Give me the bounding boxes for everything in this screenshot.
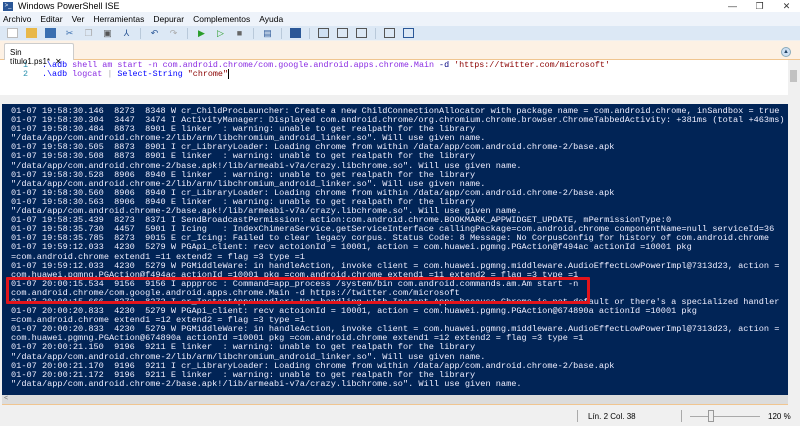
cut-icon[interactable]: ✂	[64, 28, 75, 38]
code-token: .\adb	[42, 69, 73, 79]
toolbar-separator	[187, 27, 188, 39]
console-vertical-scrollbar[interactable]	[788, 104, 800, 395]
menu-ver[interactable]: Ver	[71, 13, 85, 25]
layout-right-icon[interactable]	[337, 28, 348, 38]
stop-icon[interactable]: ■	[234, 28, 245, 38]
console-line: "/data/app/com.android.chrome-2/base.apk…	[11, 378, 522, 389]
toolbar: ✂ ❐ ▣ ⅄ ↶ ↷ ▶ ▷ ■ ▤	[0, 26, 800, 40]
menu-bar: Archivo Editar Ver Herramientas Depurar …	[0, 12, 800, 26]
copy-icon[interactable]: ❐	[83, 28, 94, 38]
layout-top-icon[interactable]	[318, 28, 329, 38]
code-token: 'https://twitter.com/microsoft'	[454, 60, 610, 70]
new-icon[interactable]	[7, 28, 18, 38]
script-editor[interactable]: 1.\adb shell am start -n com.android.chr…	[0, 60, 788, 95]
clear-icon[interactable]: ⅄	[121, 28, 132, 38]
zoom-slider-thumb[interactable]	[708, 410, 714, 422]
menu-editar[interactable]: Editar	[40, 13, 63, 25]
remote-icon[interactable]: ▤	[262, 28, 273, 38]
collapse-script-pane-icon[interactable]: ▲	[781, 47, 791, 57]
menu-depurar[interactable]: Depurar	[153, 13, 185, 25]
console-output[interactable]: 01-07 19:58:30.146 8273 8348 W cr_ChildP…	[2, 104, 788, 395]
toolbar-separator	[140, 27, 141, 39]
status-bar: Lín. 2 Col. 38 120 %	[0, 406, 800, 426]
text-cursor	[228, 69, 229, 79]
layout-max-icon[interactable]	[356, 28, 367, 38]
window-title: Windows PowerShell ISE	[18, 1, 120, 11]
open-icon[interactable]	[26, 28, 37, 38]
editor-vertical-scrollbar[interactable]	[788, 60, 800, 95]
code-token: Select-String	[117, 69, 188, 79]
redo-icon[interactable]: ↷	[168, 28, 179, 38]
show-script-icon[interactable]	[384, 28, 395, 38]
save-icon[interactable]	[45, 28, 56, 38]
menu-archivo[interactable]: Archivo	[3, 13, 32, 25]
menu-ayuda[interactable]: Ayuda	[259, 13, 284, 25]
tab-strip-background	[0, 41, 800, 60]
tab-close-icon[interactable]: ✕	[55, 57, 62, 66]
code-token: "chrome"	[187, 69, 228, 79]
editor-horizontal-scrollbar[interactable]	[0, 95, 800, 104]
tab-label: Sin título1.ps1*	[10, 48, 51, 66]
menu-herramientas[interactable]: Herramientas	[93, 13, 145, 25]
run-selection-icon[interactable]: ▷	[215, 28, 226, 38]
toolbar-separator	[253, 27, 254, 39]
code-token: |	[107, 69, 118, 79]
paste-icon[interactable]: ▣	[102, 28, 113, 38]
cursor-position: Lín. 2 Col. 38	[588, 412, 636, 421]
undo-icon[interactable]: ↶	[149, 28, 160, 38]
toolbar-separator	[281, 27, 282, 39]
console-horizontal-scrollbar[interactable]: <	[2, 395, 788, 405]
tab-sin-titulo[interactable]: Sin título1.ps1* ✕	[4, 43, 74, 66]
editor-line[interactable]: 2 .\adb logcat | Select-String "chrome"	[0, 69, 788, 79]
powershell-icon[interactable]	[290, 28, 301, 38]
code-token: logcat	[72, 69, 108, 79]
restore-button[interactable]: ❐	[746, 0, 773, 12]
minimize-button[interactable]: —	[719, 0, 746, 12]
title-bar: >_ Windows PowerShell ISE — ❐ ✕	[0, 0, 800, 12]
menu-complementos[interactable]: Complementos	[193, 13, 251, 25]
powershell-app-icon: >_	[3, 1, 13, 11]
run-icon[interactable]: ▶	[196, 28, 207, 38]
toolbar-separator	[375, 27, 376, 39]
toolbar-separator	[309, 27, 310, 39]
show-console-icon[interactable]	[403, 28, 414, 38]
line-number: 2	[22, 69, 28, 79]
code-token: -d	[439, 60, 455, 70]
highlighted-appproc-command	[6, 277, 590, 304]
zoom-slider[interactable]	[690, 416, 760, 417]
close-button[interactable]: ✕	[773, 0, 800, 12]
zoom-level: 120 %	[768, 412, 791, 421]
